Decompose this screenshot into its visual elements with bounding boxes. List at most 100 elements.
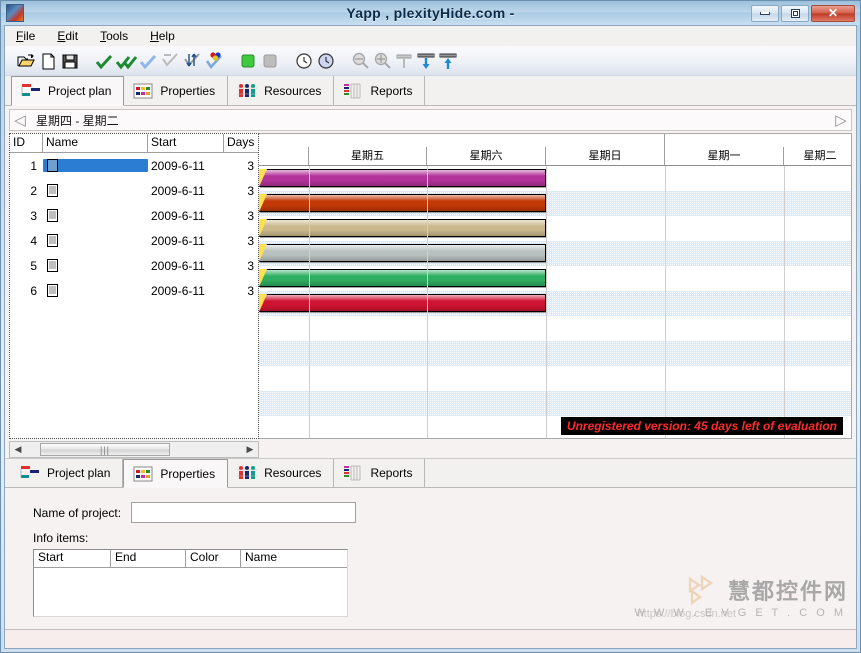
scale-icon[interactable]: [393, 50, 415, 72]
check-double-icon[interactable]: [115, 50, 137, 72]
cell-name: [43, 209, 148, 222]
bottom-tab-properties[interactable]: Properties: [123, 459, 229, 488]
scroll-left-icon[interactable]: ◀: [10, 444, 26, 455]
task-grid[interactable]: ID Name Start Days 1 2009-6-11 3 2 2009-6-11…: [9, 133, 259, 439]
info-column-color[interactable]: Color: [186, 550, 241, 568]
gantt-bar-start-marker-icon: [259, 244, 267, 262]
gantt-prev-icon[interactable]: ◁: [10, 113, 30, 128]
bottom-tab-reports-label: Reports: [370, 466, 413, 480]
bottom-panel: Project plan Properties Resources Report…: [5, 458, 856, 648]
project-plan-icon: [19, 464, 41, 482]
task-grid-rows: 1 2009-6-11 3 2 2009-6-11 3 3 2009-6-11 3 4 2009-6…: [10, 153, 258, 438]
tab-properties-label: Properties: [160, 83, 216, 98]
info-column-end[interactable]: End: [111, 550, 186, 568]
hscroll-track[interactable]: |||: [26, 443, 242, 456]
table-row[interactable]: 2 2009-6-11 3: [10, 178, 258, 203]
gantt-bar[interactable]: [259, 269, 546, 287]
tab-resources[interactable]: Resources: [228, 76, 335, 105]
tab-project-plan[interactable]: Project plan: [11, 76, 125, 106]
gantt-row: [259, 266, 851, 291]
open-icon[interactable]: [15, 50, 37, 72]
hscroll-thumb[interactable]: |||: [40, 443, 170, 456]
zoom-in-icon[interactable]: [371, 50, 393, 72]
cell-id: 2: [30, 183, 37, 198]
column-header-id[interactable]: ID: [10, 134, 43, 153]
cell-start: 2009-6-11: [151, 233, 205, 248]
resources-icon: [236, 464, 258, 482]
save-icon[interactable]: [59, 50, 81, 72]
gantt-bar-rows: [259, 166, 851, 438]
info-column-name[interactable]: Name: [241, 550, 347, 568]
new-document-icon[interactable]: [37, 50, 59, 72]
gantt-week-header: [259, 134, 851, 147]
gantt-date-range: 星期四 - 星期二: [36, 113, 119, 128]
tab-reports[interactable]: Reports: [334, 76, 426, 105]
tab-properties[interactable]: Properties: [124, 76, 229, 105]
gantt-next-icon[interactable]: ▷: [831, 113, 851, 128]
bottom-tab-reports[interactable]: Reports: [334, 459, 426, 487]
info-items-label: Info items:: [33, 531, 89, 545]
cell-name: [43, 259, 148, 272]
menu-edit-rest: dit: [65, 29, 79, 43]
menu-item-edit[interactable]: Edit: [54, 28, 81, 44]
gray-square-icon[interactable]: [259, 50, 281, 72]
cell-start: 2009-6-11: [151, 283, 205, 298]
info-column-start[interactable]: Start: [34, 550, 111, 568]
column-header-name[interactable]: Name: [43, 134, 148, 153]
gantt-row-empty: [259, 391, 851, 416]
project-name-input[interactable]: [131, 502, 357, 523]
check-light-icon[interactable]: [137, 50, 159, 72]
gantt-day-column-header: 星期六: [427, 147, 546, 165]
app-icon: [6, 4, 24, 22]
check-colors-icon[interactable]: [203, 50, 225, 72]
tab-resources-label: Resources: [264, 83, 322, 98]
evaluation-banner: Unregistered version: 45 days left of ev…: [560, 417, 843, 435]
check-disabled-icon[interactable]: [159, 50, 181, 72]
close-button[interactable]: ✕: [811, 4, 855, 22]
bottom-tab-resources[interactable]: Resources: [228, 459, 335, 487]
menu-item-tools[interactable]: Tools: [97, 28, 131, 44]
clock-icon[interactable]: [293, 50, 315, 72]
clock-blue-icon[interactable]: [315, 50, 337, 72]
top-tab-strip: Project plan Properties Resources Report…: [5, 76, 856, 106]
table-row[interactable]: 3 2009-6-11 3: [10, 203, 258, 228]
info-items-grid[interactable]: Start End Color Name: [33, 549, 348, 617]
scale-down-icon[interactable]: [415, 50, 437, 72]
cell-id: 5: [30, 258, 37, 273]
gantt-bar[interactable]: [259, 169, 546, 187]
gantt-row: [259, 216, 851, 241]
cell-name: [43, 184, 148, 197]
zoom-out-icon[interactable]: [349, 50, 371, 72]
title-bar: Yapp , plexityHide.com - ✕: [1, 1, 860, 25]
gantt-day-column-header: 星期日: [546, 147, 665, 165]
gantt-week-block: [259, 134, 665, 147]
gantt-bar[interactable]: [259, 294, 546, 312]
table-row[interactable]: 5 2009-6-11 3: [10, 253, 258, 278]
menu-item-help[interactable]: Help: [147, 28, 178, 44]
table-row[interactable]: 1 2009-6-11 3: [10, 153, 258, 178]
scale-up-icon[interactable]: [437, 50, 459, 72]
bottom-tab-project-plan[interactable]: Project plan: [11, 459, 124, 487]
gantt-gridline: [309, 166, 310, 438]
cell-id: 6: [30, 283, 37, 298]
gantt-chart[interactable]: 星期五 星期六 星期日 星期一 星期二 Unregistered version: 45…: [259, 133, 852, 439]
scroll-right-icon[interactable]: ▶: [242, 444, 258, 455]
gantt-bar[interactable]: [259, 219, 546, 237]
gantt-bar-start-marker-icon: [259, 294, 267, 312]
minimize-button[interactable]: [751, 4, 779, 22]
swap-arrows-icon[interactable]: [181, 50, 203, 72]
menu-item-file[interactable]: File: [13, 28, 38, 44]
reports-icon: [342, 82, 364, 100]
green-square-icon[interactable]: [237, 50, 259, 72]
cell-name: [43, 234, 148, 247]
check-single-icon[interactable]: [93, 50, 115, 72]
restore-button[interactable]: [781, 4, 809, 22]
task-grid-hscrollbar[interactable]: ◀ ||| ▶: [9, 441, 259, 458]
gantt-bar[interactable]: [259, 194, 546, 212]
gantt-bar[interactable]: [259, 244, 546, 262]
column-header-days[interactable]: Days: [224, 134, 258, 153]
table-row[interactable]: 6 2009-6-11 3: [10, 278, 258, 303]
table-row[interactable]: 4 2009-6-11 3: [10, 228, 258, 253]
application-window: Yapp , plexityHide.com - ✕ File Edit Too…: [0, 0, 861, 653]
column-header-start[interactable]: Start: [148, 134, 224, 153]
